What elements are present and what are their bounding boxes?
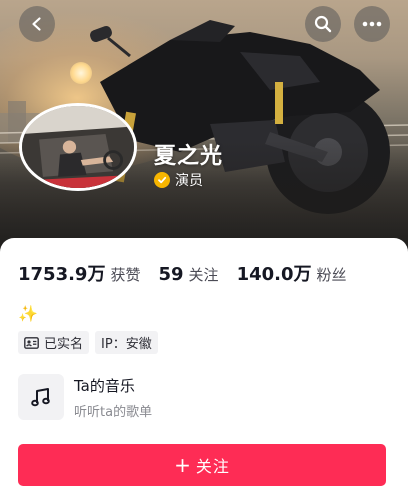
- stat-value: 1753.9万: [18, 264, 106, 285]
- avatar-photo: [22, 106, 134, 188]
- more-button[interactable]: [354, 6, 390, 42]
- tag-ip-location: IP：安徽: [95, 331, 158, 354]
- stat-likes[interactable]: 1753.9万 获赞: [18, 260, 140, 286]
- music-title: Ta的音乐: [74, 376, 135, 395]
- music-note-icon: [18, 374, 64, 420]
- stat-value: 59: [158, 264, 184, 285]
- profile-info-card: 1753.9万 获赞 59 关注 140.0万 粉丝 ✨ 已实名 IP：安徽 T…: [0, 238, 408, 500]
- search-button[interactable]: [305, 6, 341, 42]
- tag-label: IP：安徽: [101, 337, 152, 352]
- chevron-left-icon: [32, 17, 41, 31]
- plus-icon: +: [174, 453, 192, 477]
- more-horizontal-icon: [362, 21, 382, 27]
- tag-label: 已实名: [44, 337, 84, 352]
- follow-button[interactable]: + 关注: [18, 444, 386, 486]
- music-subtitle: 听听ta的歌单: [74, 404, 153, 420]
- stat-value: 140.0万: [236, 264, 312, 285]
- verification-label: 演员: [175, 173, 203, 189]
- stat-label: 粉丝: [316, 266, 347, 284]
- tags-row: 已实名 IP：安徽: [18, 331, 164, 354]
- music-text: Ta的音乐 听听ta的歌单: [74, 375, 152, 420]
- id-card-icon: [24, 336, 39, 349]
- stat-label: 关注: [188, 266, 219, 284]
- stats-row: 1753.9万 获赞 59 关注 140.0万 粉丝: [18, 260, 365, 286]
- bio-emoji: ✨: [18, 304, 38, 323]
- verification-row: 演员: [154, 170, 203, 190]
- username: 夏之光: [154, 144, 224, 169]
- follow-label: 关注: [195, 457, 230, 476]
- stat-following[interactable]: 59 关注: [158, 264, 218, 285]
- verified-check-icon: [154, 172, 170, 188]
- search-icon: [314, 15, 332, 33]
- back-button[interactable]: [19, 6, 55, 42]
- tag-verified-identity: 已实名: [18, 331, 90, 354]
- stat-followers[interactable]: 140.0万 粉丝: [237, 260, 347, 286]
- stat-label: 获赞: [110, 266, 141, 284]
- music-entry[interactable]: Ta的音乐 听听ta的歌单: [18, 374, 152, 420]
- avatar[interactable]: [19, 103, 137, 191]
